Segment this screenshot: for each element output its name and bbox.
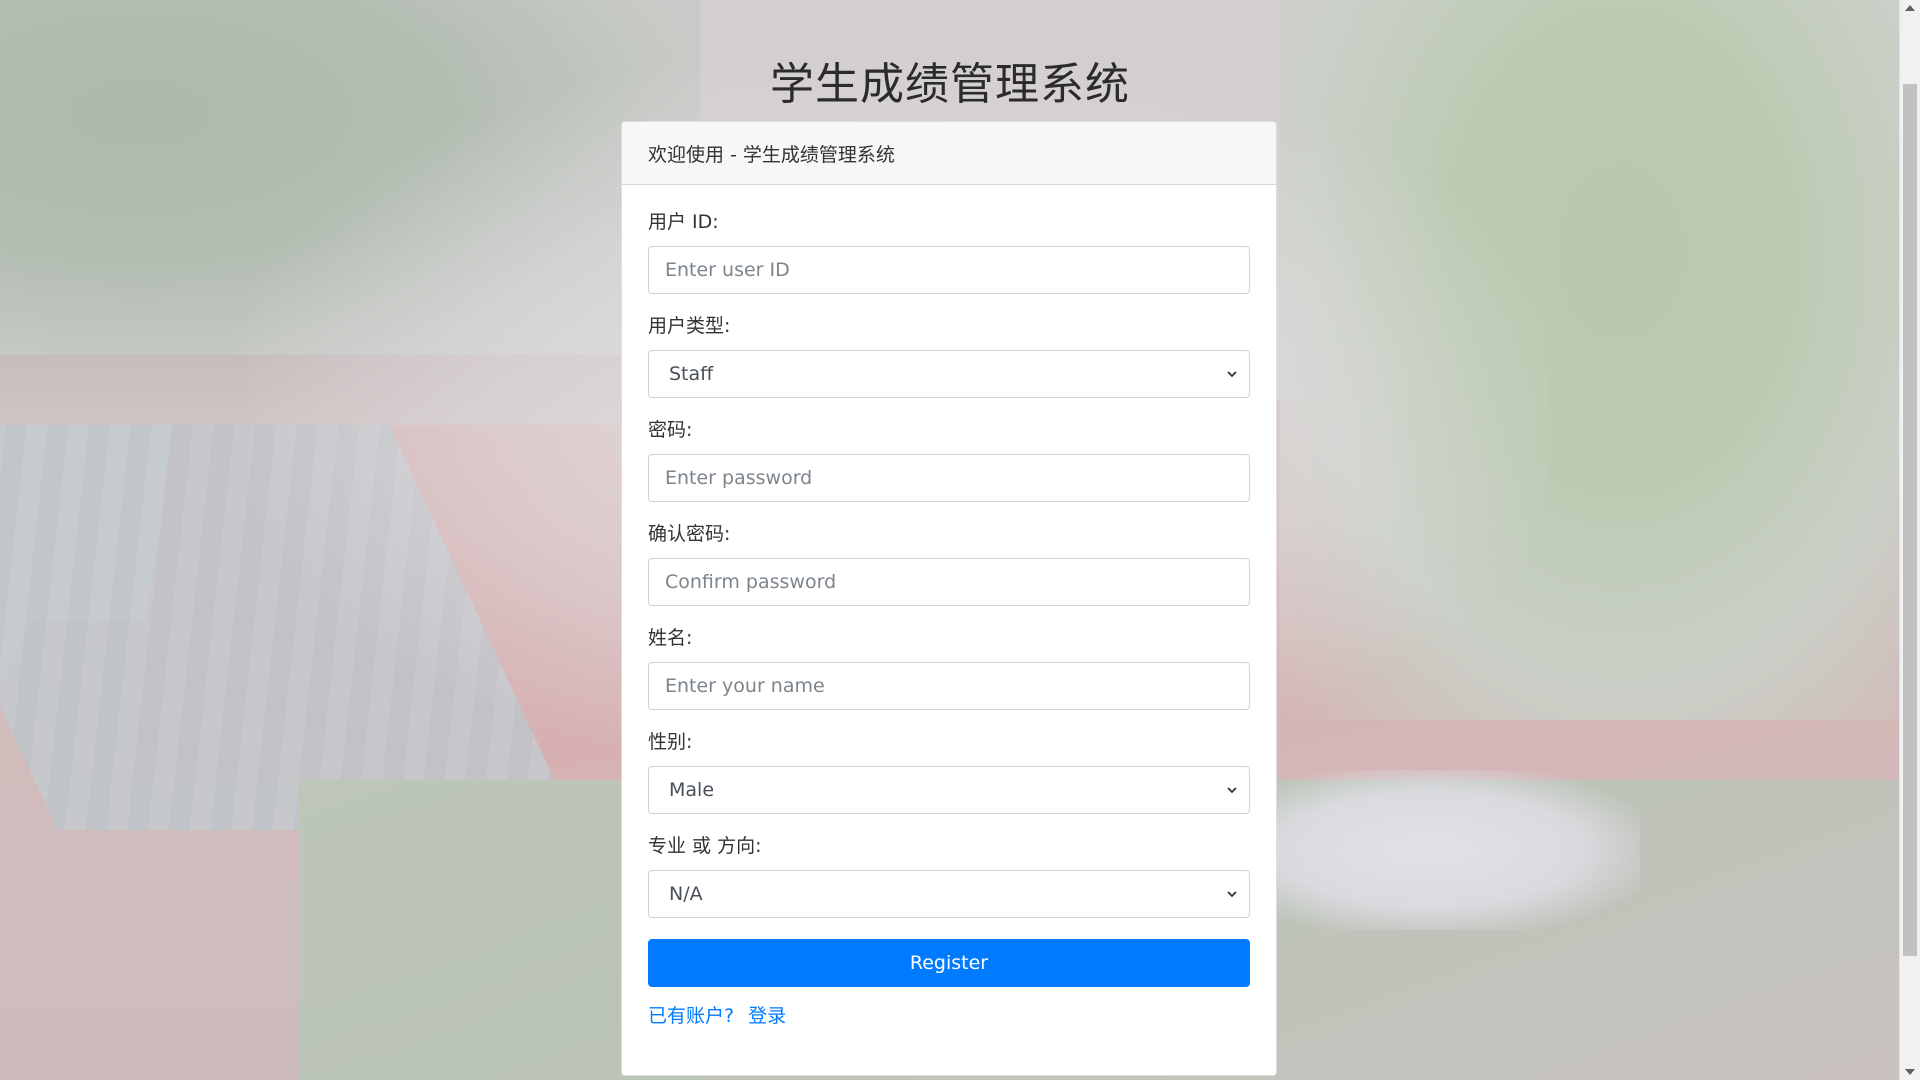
name-group: 姓名: Enter your name — [648, 627, 1250, 710]
register-button[interactable]: Register — [648, 939, 1250, 987]
has-account-link[interactable]: 已有账户? — [648, 1001, 734, 1028]
user-type-group: 用户类型: Staff — [648, 315, 1250, 398]
major-value: N/A — [669, 883, 703, 905]
user-type-label: 用户类型: — [648, 315, 731, 337]
register-card: 欢迎使用 - 学生成绩管理系统 用户 ID: Enter user ID 用户类… — [621, 121, 1277, 1076]
user-id-group: 用户 ID: Enter user ID — [648, 211, 1250, 294]
major-select[interactable]: N/A — [648, 870, 1250, 918]
scrollbar-thumb[interactable] — [1903, 84, 1917, 956]
login-prompt: 已有账户? 登录 — [648, 1001, 1250, 1028]
gender-group: 性别: Male — [648, 731, 1250, 814]
name-input[interactable]: Enter your name — [648, 662, 1250, 710]
page-title: 学生成绩管理系统 — [770, 59, 1130, 110]
gender-label: 性别: — [648, 731, 693, 753]
register-form: 用户 ID: Enter user ID 用户类型: Staff 密码: Ent… — [622, 185, 1276, 1028]
scroll-up-arrow-icon[interactable] — [1905, 5, 1915, 11]
chevron-down-icon — [1227, 787, 1237, 794]
user-type-select[interactable]: Staff — [648, 350, 1250, 398]
confirm-password-label: 确认密码: — [648, 523, 731, 545]
user-type-value: Staff — [669, 363, 714, 385]
login-link[interactable]: 登录 — [748, 1001, 786, 1028]
name-label: 姓名: — [648, 627, 693, 649]
user-id-input[interactable]: Enter user ID — [648, 246, 1250, 294]
password-input[interactable]: Enter password — [648, 454, 1250, 502]
password-group: 密码: Enter password — [648, 419, 1250, 502]
gender-select[interactable]: Male — [648, 766, 1250, 814]
page-scrollbar[interactable] — [1899, 0, 1920, 1080]
chevron-down-icon — [1227, 371, 1237, 378]
major-label: 专业 或 方向: — [648, 835, 762, 857]
password-label: 密码: — [648, 419, 693, 441]
confirm-password-group: 确认密码: Confirm password — [648, 523, 1250, 606]
confirm-password-input[interactable]: Confirm password — [648, 558, 1250, 606]
user-id-label: 用户 ID: — [648, 211, 719, 233]
major-group: 专业 或 方向: N/A — [648, 835, 1250, 918]
gender-value: Male — [669, 779, 715, 801]
card-header: 欢迎使用 - 学生成绩管理系统 — [622, 122, 1276, 185]
scroll-down-arrow-icon[interactable] — [1905, 1069, 1915, 1075]
chevron-down-icon — [1227, 891, 1237, 898]
